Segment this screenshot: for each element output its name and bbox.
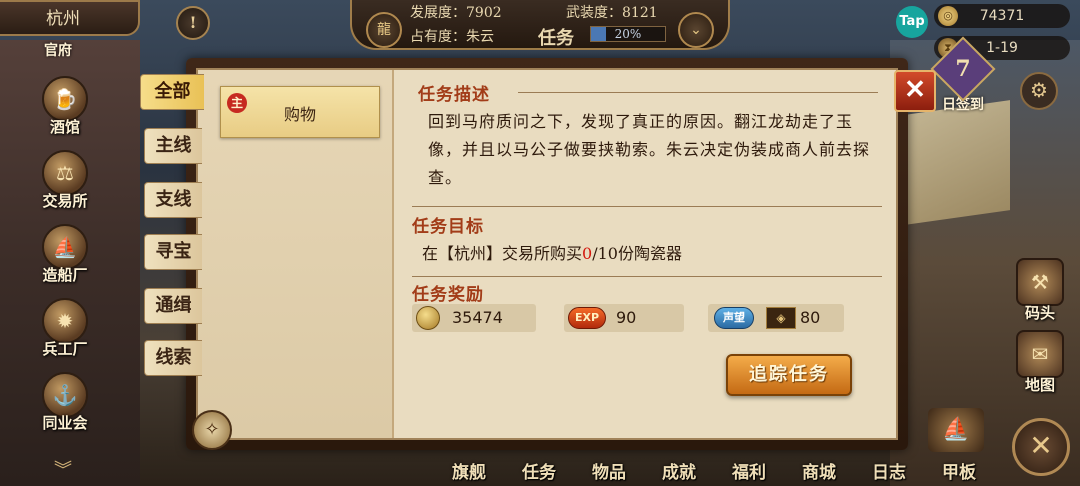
city-name: 杭州 (46, 9, 80, 29)
scroll-map-icon: ✉ (1016, 330, 1064, 378)
building-arsenal[interactable]: ✹ 兵工厂 (34, 298, 96, 359)
track-task-button[interactable]: 追踪任务 (726, 354, 852, 396)
tab-wanted[interactable]: 通缉 (144, 288, 202, 324)
checkin-badge-icon: 7 (930, 36, 996, 102)
collapse-arrow-icon[interactable]: ︾ (54, 456, 72, 482)
goal-title: 任务目标 (412, 217, 484, 237)
building-guild[interactable]: ⚓ 同业会 (34, 372, 96, 433)
coin-value: 74371 (979, 8, 1025, 24)
task-list-panel[interactable]: 主 购物 (198, 70, 394, 438)
task-goal: 在【杭州】交易所购买0/10份陶瓷器 (422, 240, 682, 264)
tab-treasure[interactable]: 寻宝 (144, 234, 202, 270)
daily-checkin-button[interactable]: 7 日签到 (930, 36, 996, 114)
description-title: 任务描述 (418, 85, 490, 105)
task-progress-text: 20% (614, 27, 642, 41)
building-map[interactable]: ✉ 地图 (1012, 330, 1068, 395)
building-exchange[interactable]: ⚖ 交易所 (34, 150, 96, 211)
silver-coin-icon (416, 306, 440, 330)
task-label: 任务 (538, 28, 574, 49)
merit-badge-icon: ◈ (766, 307, 796, 329)
building-label: 造船厂 (42, 266, 88, 284)
nav-shop[interactable]: 商城 (802, 458, 836, 483)
military-stat: 武装度：8121 (566, 5, 658, 21)
reward-silver-value: 35474 (452, 308, 503, 327)
goal-prefix: 在【杭州】交易所购买 (422, 244, 583, 263)
task-dialog-body: 主 购物 任务描述 回到马府质问之下，发现了真正的原因。翻江龙劫走了玉像，并且以… (196, 68, 898, 440)
task-progress-bar: 20% (590, 26, 666, 42)
reward-title: 任务奖励 (412, 285, 484, 305)
task-list-item[interactable]: 主 购物 (220, 86, 380, 138)
deck-ship-icon[interactable]: ⛵ (928, 408, 984, 452)
goal-current: 0 (582, 244, 593, 263)
building-label: 地图 (1024, 376, 1055, 394)
building-label: 码头 (1024, 304, 1055, 322)
coin-counter: ◎ 74371 (934, 4, 1070, 28)
nav-deck[interactable]: 甲板 (942, 458, 976, 483)
goal-divider (412, 206, 882, 207)
tab-side[interactable]: 支线 (144, 182, 202, 218)
nav-log[interactable]: 日志 (872, 458, 906, 483)
top-status-bar: 发展度：7902 武装度：8121 占有度：朱云 任务 20% 龍 ⌄ (350, 0, 730, 50)
nav-items[interactable]: 物品 (592, 458, 626, 483)
fame-icon: 声望 (714, 307, 754, 329)
dock-icon: ⚒ (1016, 258, 1064, 306)
task-dialog: 主 购物 任务描述 回到马府质问之下，发现了真正的原因。翻江龙劫走了玉像，并且以… (186, 58, 908, 450)
building-tavern[interactable]: 🍺 酒馆 (34, 76, 96, 137)
reward-divider (412, 276, 882, 277)
building-label: 交易所 (42, 192, 88, 210)
building-label: 酒馆 (49, 118, 80, 136)
government-label-partial[interactable]: 官府 (44, 40, 72, 60)
building-dock[interactable]: ⚒ 码头 (1012, 258, 1068, 323)
bottom-nav: 旗舰 任务 物品 成就 福利 商城 日志 甲板 (440, 452, 1000, 486)
chevron-down-icon[interactable]: ⌄ (678, 12, 714, 48)
crossed-swords-icon[interactable]: ✕ (1012, 418, 1070, 476)
tab-all[interactable]: 全部 (140, 74, 204, 110)
development-stat: 发展度：7902 (410, 5, 502, 21)
close-icon[interactable]: ✕ (894, 70, 936, 112)
coin-icon: ◎ (938, 6, 958, 26)
tab-clues[interactable]: 线索 (144, 340, 202, 376)
reward-fame: 声望 ◈ 80 (708, 304, 844, 332)
building-shipyard[interactable]: ⛵ 造船厂 (34, 224, 96, 285)
nav-tasks[interactable]: 任务 (522, 458, 556, 483)
goal-suffix: /10份陶瓷器 (592, 244, 682, 263)
dragon-emblem-icon: 龍 (366, 12, 402, 48)
building-label: 兵工厂 (42, 340, 88, 358)
task-name: 购物 (283, 105, 316, 124)
building-label: 同业会 (42, 414, 88, 432)
city-name-tab[interactable]: 杭州 (0, 0, 140, 36)
gear-icon[interactable]: ⚙ (1020, 72, 1058, 110)
exp-icon: EXP (568, 307, 606, 329)
nav-flagship[interactable]: 旗舰 (452, 458, 486, 483)
nav-achievements[interactable]: 成就 (662, 458, 696, 483)
description-rule (518, 92, 878, 93)
occupancy-stat: 占有度：朱云 (410, 29, 494, 45)
alert-button[interactable]: ! (176, 6, 210, 40)
reward-silver: 35474 (412, 304, 536, 332)
reward-fame-value: 80 (800, 308, 821, 327)
tab-main[interactable]: 主线 (144, 128, 202, 164)
reward-exp: EXP 90 (564, 304, 684, 332)
tap-icon[interactable]: Tap (896, 6, 928, 38)
nav-welfare[interactable]: 福利 (732, 458, 766, 483)
reward-exp-value: 90 (616, 308, 637, 327)
compass-icon: ✧ (192, 410, 232, 450)
task-description: 回到马府质问之下，发现了真正的原因。翻江龙劫走了玉像，并且以马公子做要挟勒索。朱… (428, 112, 871, 187)
